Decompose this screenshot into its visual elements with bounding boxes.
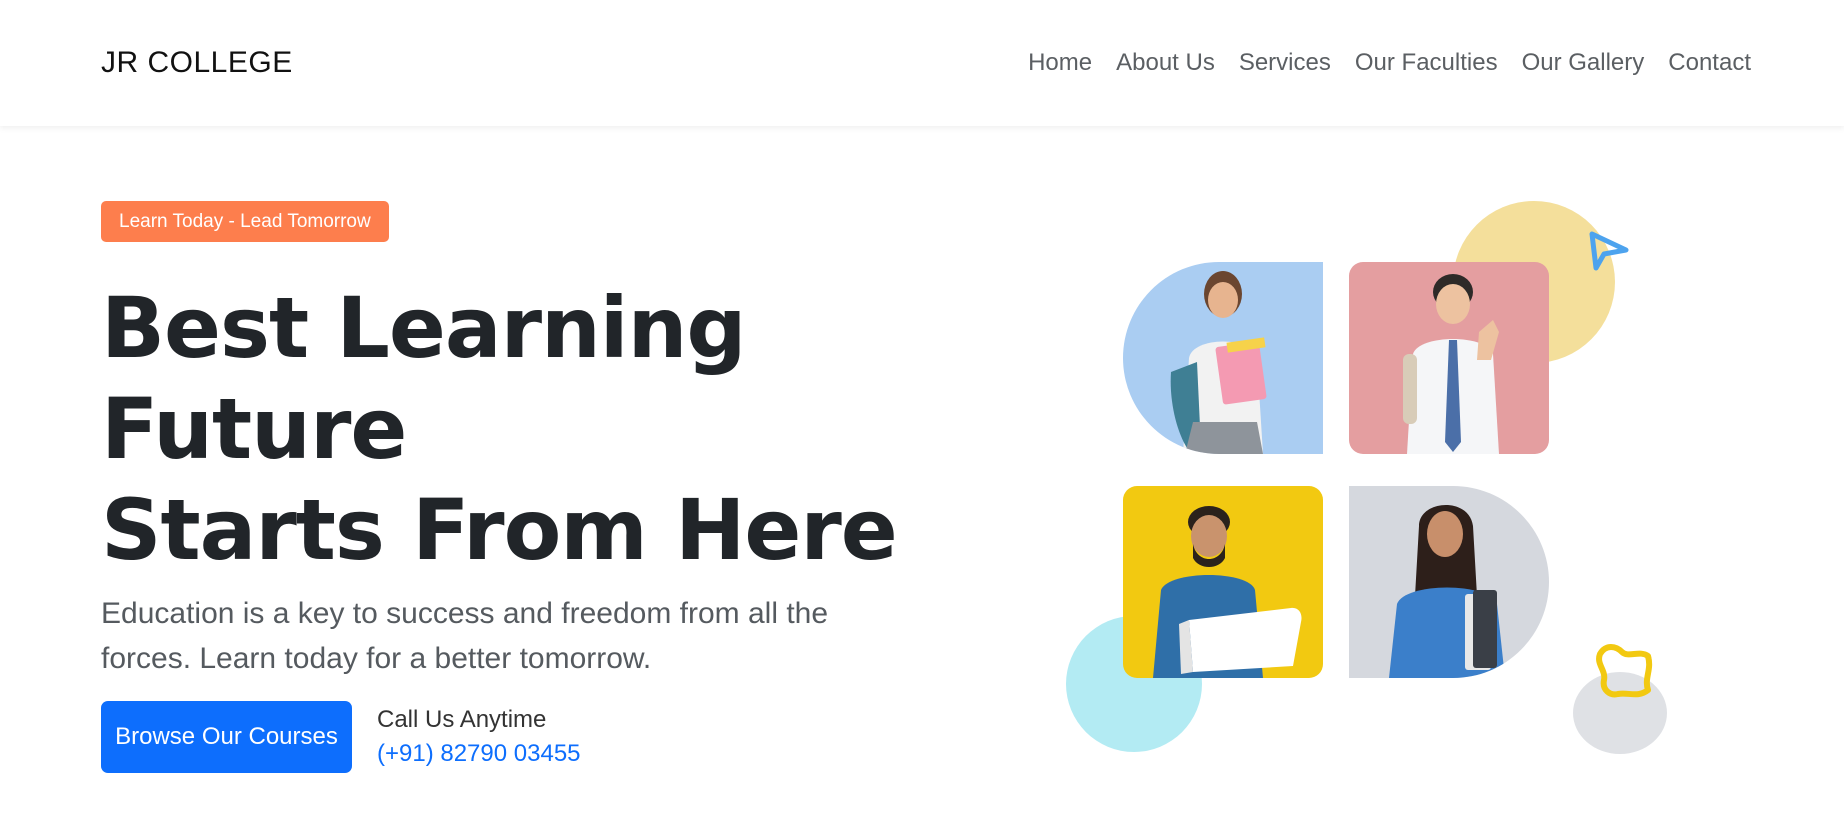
teacher-woman-tile <box>1349 486 1549 678</box>
hero-content: Learn Today - Lead Tomorrow Best Learnin… <box>101 201 1001 773</box>
nav-contact[interactable]: Contact <box>1656 49 1763 77</box>
call-phone-link[interactable]: (+91) 82790 03455 <box>377 737 581 771</box>
squiggle-icon <box>1596 644 1653 698</box>
hero-heading: Best Learning Future Starts From Here <box>101 278 1001 581</box>
nav-our-faculties[interactable]: Our Faculties <box>1343 49 1510 77</box>
nav-services[interactable]: Services <box>1227 49 1343 77</box>
cta-row: Browse Our Courses Call Us Anytime (+91)… <box>101 701 1001 773</box>
teacher-woman-image <box>1389 504 1505 678</box>
hero-heading-line1: Best Learning Future <box>101 279 747 478</box>
nav-about-us[interactable]: About Us <box>1104 49 1227 77</box>
tagline-badge: Learn Today - Lead Tomorrow <box>101 201 389 242</box>
browse-courses-button[interactable]: Browse Our Courses <box>101 701 352 773</box>
student-girl-image <box>1170 271 1267 454</box>
student-girl-tile <box>1123 262 1323 454</box>
hero-description: Education is a key to success and freedo… <box>101 597 829 675</box>
student-boy-tile <box>1349 262 1549 454</box>
brand-logo[interactable]: JR COLLEGE <box>101 46 293 80</box>
paper-plane-icon <box>1589 231 1629 271</box>
call-label: Call Us Anytime <box>377 706 547 733</box>
call-info: Call Us Anytime (+91) 82790 03455 <box>377 703 581 771</box>
navbar: JR COLLEGE Home About Us Services Our Fa… <box>0 0 1844 126</box>
student-boy-image <box>1403 274 1499 454</box>
teacher-man-tile <box>1123 486 1323 678</box>
hero-illustration <box>1050 190 1690 754</box>
nav-our-gallery[interactable]: Our Gallery <box>1510 49 1657 77</box>
hero-heading-line2: Starts From Here <box>101 481 898 579</box>
nav-links: Home About Us Services Our Faculties Our… <box>1016 49 1763 77</box>
nav-home[interactable]: Home <box>1016 49 1104 77</box>
teacher-man-image <box>1153 506 1302 678</box>
